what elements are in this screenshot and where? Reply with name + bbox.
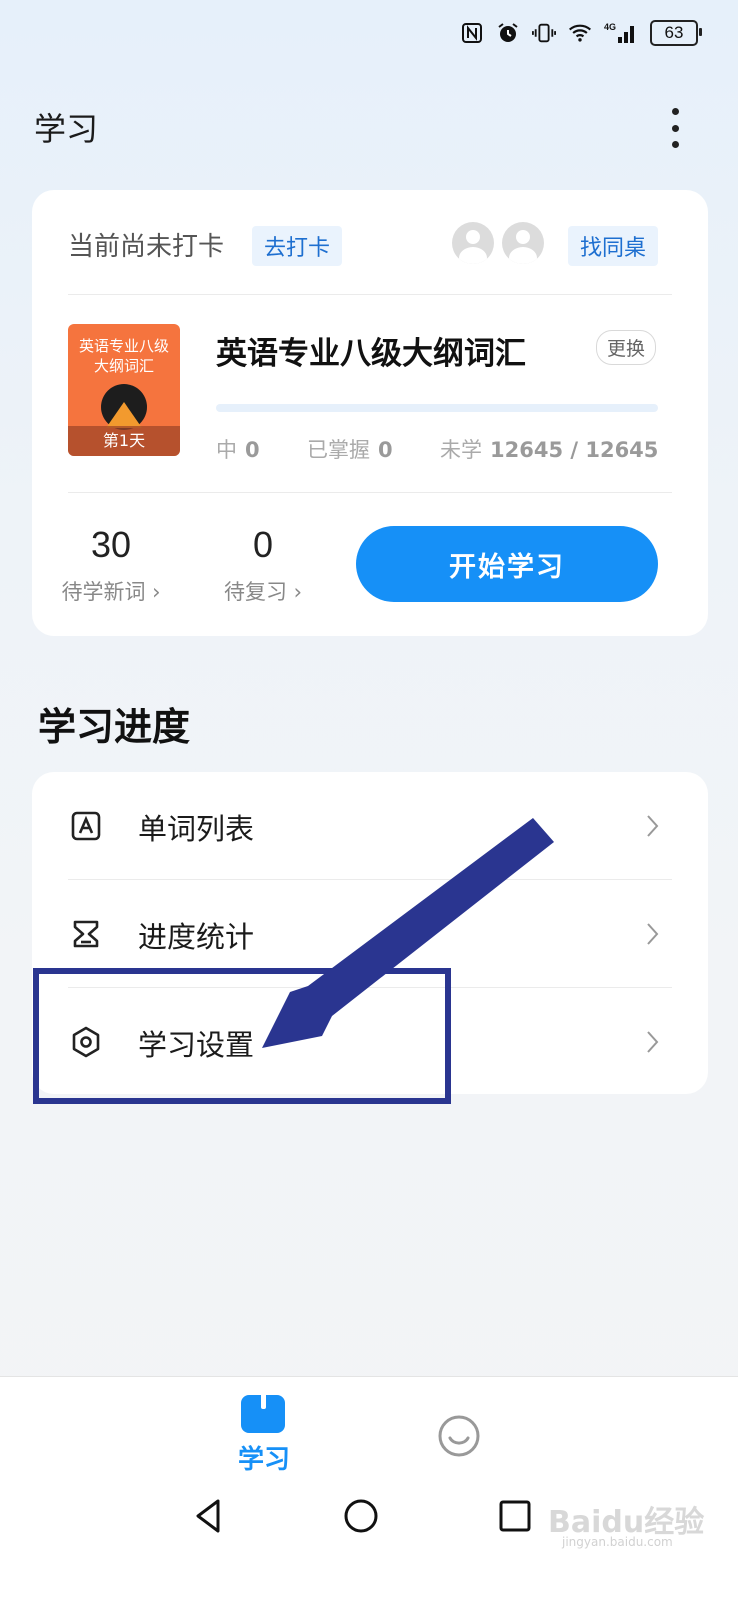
cover-graphic-triangle bbox=[106, 402, 142, 428]
menu-item-label: 单词列表 bbox=[138, 812, 255, 846]
wifi-icon bbox=[568, 21, 592, 45]
word-list-icon bbox=[71, 811, 101, 841]
chevron-right-icon bbox=[647, 815, 659, 837]
book-cover[interactable]: 英语专业八级大纲词汇 第1天 bbox=[68, 324, 180, 456]
chevron-right-icon bbox=[647, 923, 659, 945]
new-words-label[interactable]: 待学新词 › bbox=[36, 576, 186, 606]
book-progress-bar bbox=[216, 404, 658, 412]
learning-value: 0 bbox=[245, 438, 260, 462]
book-icon bbox=[241, 1395, 285, 1433]
change-book-button[interactable]: 更换 bbox=[596, 330, 657, 365]
review-label[interactable]: 待复习 › bbox=[188, 576, 338, 606]
menu-item-label: 进度统计 bbox=[138, 920, 255, 954]
status-bar: 4G 63 bbox=[460, 20, 702, 46]
mastered-label: 已掌握 bbox=[307, 438, 370, 462]
cover-title: 英语专业八级大纲词汇 bbox=[78, 337, 169, 375]
avatar[interactable] bbox=[452, 222, 494, 264]
unlearned-label: 未学 bbox=[440, 438, 482, 462]
checkin-button[interactable]: 去打卡 bbox=[252, 226, 343, 266]
tab-label: 学习 bbox=[237, 1445, 290, 1475]
recents-icon[interactable] bbox=[492, 1493, 538, 1539]
new-words-count[interactable]: 30 bbox=[46, 524, 176, 566]
mastered-value: 0 bbox=[378, 438, 393, 462]
checkin-status-text: 当前尚未打卡 bbox=[68, 232, 225, 262]
nfc-icon bbox=[460, 21, 484, 45]
back-icon[interactable] bbox=[186, 1493, 232, 1539]
find-partner-button[interactable]: 找同桌 bbox=[568, 226, 659, 266]
avatar[interactable] bbox=[502, 222, 544, 264]
book-stats: 中0 已掌握 0 未学 12645 / 12645 bbox=[216, 434, 658, 464]
page-title: 学习 bbox=[34, 110, 99, 148]
start-learning-button[interactable]: 开始学习 bbox=[356, 526, 658, 602]
divider bbox=[68, 294, 672, 295]
more-vertical-icon[interactable] bbox=[666, 108, 684, 148]
watermark-url: jingyan.baidu.com bbox=[562, 1535, 673, 1549]
divider bbox=[68, 492, 672, 493]
battery-indicator: 63 bbox=[650, 20, 702, 46]
tab-learn[interactable]: 学习 bbox=[228, 1395, 300, 1481]
bottom-nav: 学习 Baidu经验 jingyan.baidu.com bbox=[0, 1376, 738, 1601]
signal-4g-icon: 4G bbox=[604, 21, 638, 45]
hourglass-icon bbox=[73, 920, 99, 948]
alarm-icon bbox=[496, 21, 520, 45]
menu-item-word-list[interactable]: 单词列表 bbox=[32, 772, 708, 880]
study-card: 当前尚未打卡 去打卡 找同桌 英语专业八级大纲词汇 第1天 英语专业八级大纲词汇… bbox=[32, 190, 708, 636]
book-title: 英语专业八级大纲词汇 bbox=[216, 336, 526, 372]
review-count[interactable]: 0 bbox=[198, 524, 328, 566]
cover-day-label: 第1天 bbox=[68, 426, 180, 456]
svg-text:4G: 4G bbox=[604, 22, 616, 32]
annotation-highlight-box bbox=[33, 968, 451, 1104]
learning-label: 中 bbox=[216, 438, 237, 462]
chevron-right-icon bbox=[647, 1031, 659, 1053]
section-title: 学习进度 bbox=[38, 705, 191, 749]
vibrate-icon bbox=[532, 21, 556, 45]
unlearned-value: 12645 / 12645 bbox=[490, 438, 659, 462]
smiley-icon[interactable] bbox=[434, 1411, 484, 1461]
home-icon[interactable] bbox=[338, 1493, 384, 1539]
